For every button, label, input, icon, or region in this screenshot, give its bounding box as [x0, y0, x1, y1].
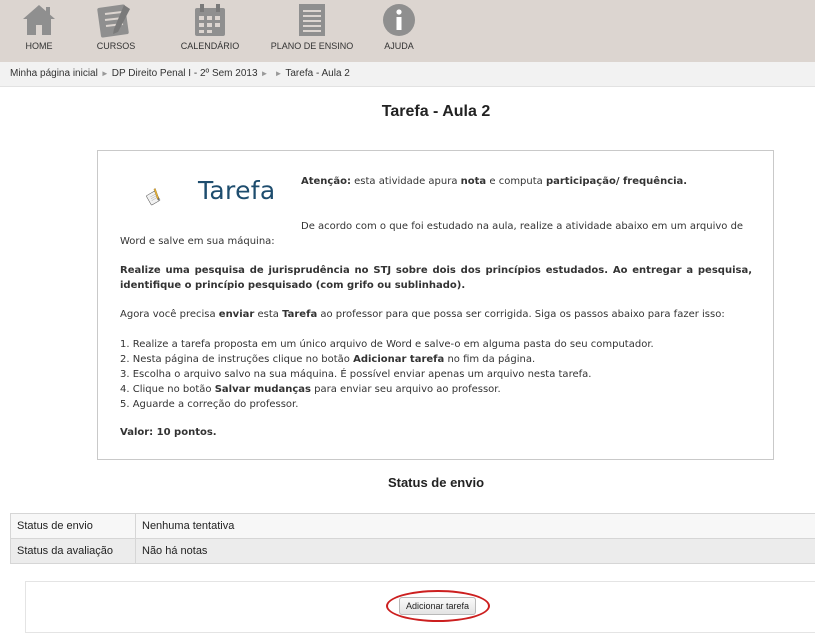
step-2: 2. Nesta página de instruções clique no …: [120, 352, 760, 367]
nav-label-cursos: CURSOS: [94, 41, 138, 51]
steps-list: 1. Realize a tarefa proposta em um único…: [120, 337, 760, 412]
nav-item-calendario[interactable]: CALENDÁRIO: [180, 2, 240, 51]
status-heading: Status de envio: [0, 475, 815, 490]
table-row: Status de envio Nenhuma tentativa: [11, 514, 815, 539]
calendar-icon: [192, 2, 228, 38]
nav-item-cursos[interactable]: CURSOS: [94, 2, 138, 51]
step-1: 1. Realize a tarefa proposta em um único…: [120, 337, 760, 352]
nav-item-plano-de-ensino[interactable]: PLANO DE ENSINO: [268, 2, 356, 51]
nav-label-ajuda: AJUDA: [380, 41, 418, 51]
breadcrumb-separator-icon: ►: [271, 69, 285, 78]
attention-text-1: esta atividade apura: [351, 176, 461, 187]
nav-label-plano-de-ensino: PLANO DE ENSINO: [268, 41, 356, 51]
step-5: 5. Aguarde a correção do professor.: [120, 397, 760, 412]
step-2-text-a: 2. Nesta página de instruções clique no …: [120, 354, 353, 365]
attention-label: Atenção:: [301, 176, 351, 187]
attention-paragraph: Atenção: esta atividade apura nota e com…: [301, 174, 761, 189]
instruction-paragraph: De acordo com o que foi estudado na aula…: [120, 219, 752, 249]
research-paragraph: Realize uma pesquisa de jurisprudência n…: [120, 263, 752, 293]
send-text-1: Agora você precisa: [120, 309, 219, 320]
nav-label-calendario: CALENDÁRIO: [180, 41, 240, 51]
send-text-3: ao professor para que possa ser corrigid…: [317, 309, 725, 320]
step-2-button-name: Adicionar tarefa: [353, 354, 444, 365]
pencil-paper-icon: [146, 171, 196, 223]
attention-participacao: participação/ frequência.: [546, 176, 687, 187]
breadcrumb: Minha página inicial►DP Direito Penal I …: [0, 62, 815, 87]
tarefa-logo-text: Tarefa: [198, 183, 275, 198]
breadcrumb-item-home[interactable]: Minha página inicial: [10, 68, 98, 79]
highlight-circle: [386, 590, 490, 622]
step-4-button-name: Salvar mudanças: [215, 384, 311, 395]
status-envio-value: Nenhuma tentativa: [136, 514, 815, 539]
breadcrumb-separator-icon: ►: [98, 69, 112, 78]
table-row: Status da avaliação Não há notas: [11, 539, 815, 564]
step-4-text-a: 4. Clique no botão: [120, 384, 215, 395]
status-table: Status de envio Nenhuma tentativa Status…: [10, 513, 815, 564]
send-paragraph: Agora você precisa enviar esta Tarefa ao…: [120, 307, 760, 322]
attention-text-2: e computa: [486, 176, 546, 187]
nav-item-home[interactable]: HOME: [20, 2, 58, 51]
home-icon: [21, 2, 57, 38]
nav-item-ajuda[interactable]: AJUDA: [380, 2, 418, 51]
breadcrumb-item-current: Tarefa - Aula 2: [285, 68, 349, 79]
breadcrumb-item-course[interactable]: DP Direito Penal I - 2º Sem 2013: [112, 68, 258, 79]
value-points: Valor: 10 pontos.: [120, 425, 217, 440]
attention-nota: nota: [461, 176, 487, 187]
page-title: Tarefa - Aula 2: [0, 103, 815, 121]
step-4-text-c: para enviar seu arquivo ao professor.: [311, 384, 501, 395]
notebook-pencil-icon: [96, 2, 136, 38]
info-icon: [381, 2, 417, 38]
send-text-2: esta: [254, 309, 282, 320]
assignment-intro: Tarefa Atenção: esta atividade apura not…: [97, 150, 774, 460]
step-3: 3. Escolha o arquivo salvo na sua máquin…: [120, 367, 760, 382]
send-enviar: enviar: [219, 309, 255, 320]
breadcrumb-row: Minha página inicial►DP Direito Penal I …: [10, 62, 350, 86]
nav-label-home: HOME: [20, 41, 58, 51]
send-tarefa: Tarefa: [282, 309, 317, 320]
step-4: 4. Clique no botão Salvar mudanças para …: [120, 382, 760, 397]
status-envio-label: Status de envio: [11, 514, 136, 539]
document-icon: [294, 2, 330, 38]
status-avaliacao-label: Status da avaliação: [11, 539, 136, 564]
top-navigation: HOME CURSOS CALENDÁRIO: [0, 0, 815, 62]
step-2-text-c: no fim da página.: [444, 354, 535, 365]
breadcrumb-separator-icon: ►: [258, 69, 272, 78]
status-avaliacao-value: Não há notas: [136, 539, 815, 564]
